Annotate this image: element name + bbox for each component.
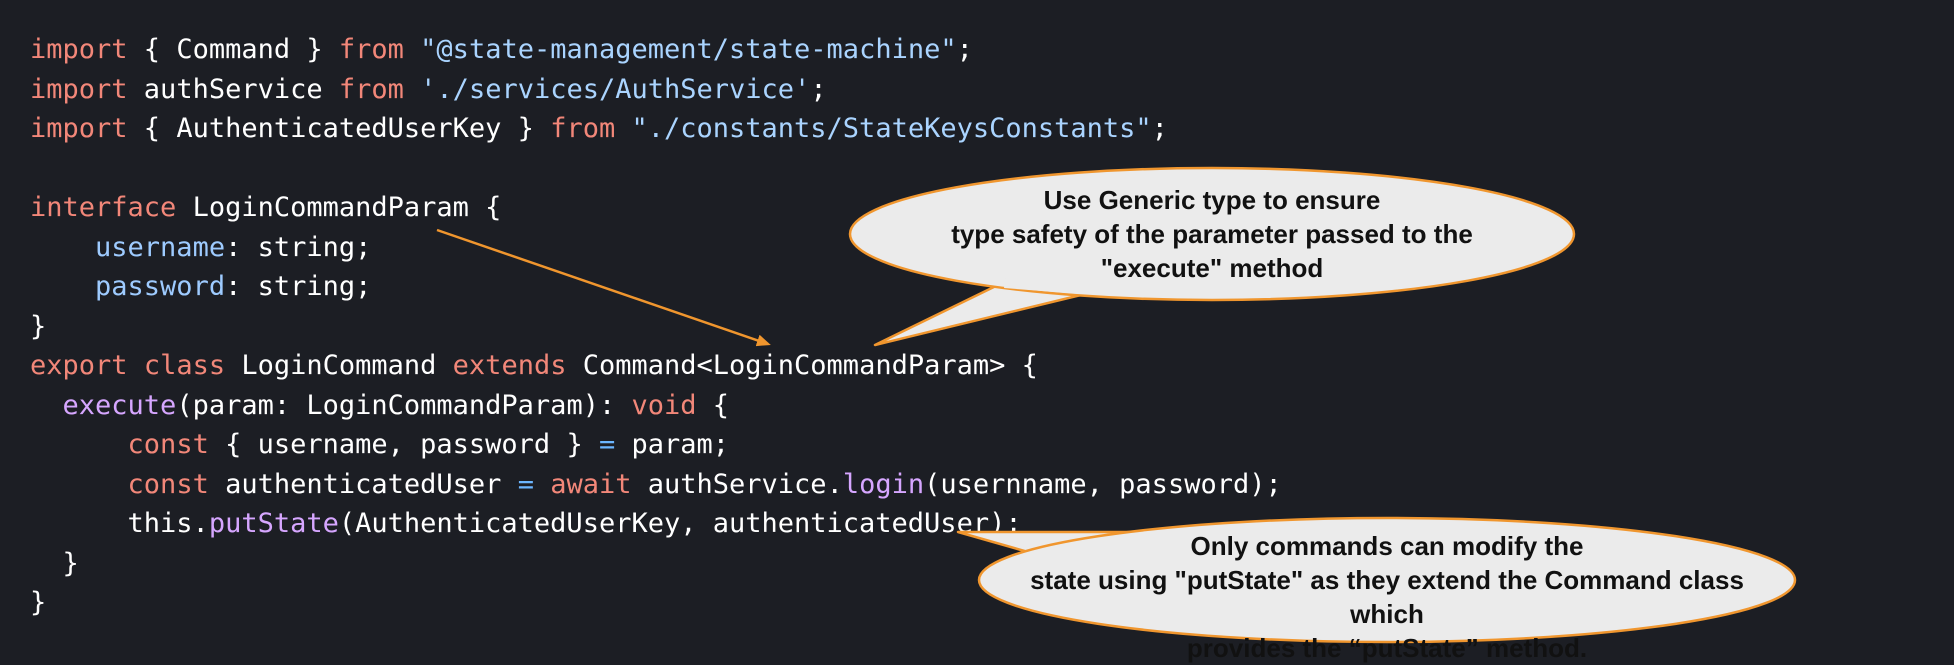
code-token-op: = <box>517 468 534 500</box>
code-token-string: "./constants/StateKeysConstants" <box>631 113 1152 144</box>
code-token-plain: ; <box>956 34 973 65</box>
code-token-plain: ; <box>810 73 827 105</box>
code-token-plain: { Command } <box>127 34 339 65</box>
code-token-func: login <box>842 468 925 500</box>
code-token-keyword: from <box>550 113 616 144</box>
code-token-plain: } <box>30 310 47 342</box>
code-token-plain: LoginCommandParam { <box>176 192 502 223</box>
code-token-plain: LoginCommand <box>225 350 453 381</box>
code-line: } <box>30 307 1282 347</box>
code-line: export class LoginCommand extends Comman… <box>30 346 1282 386</box>
code-token-keyword: import <box>30 34 128 65</box>
code-token-string: './services/AuthService' <box>420 73 811 105</box>
code-token-func: execute <box>62 389 177 421</box>
callout-put-state-line-2: state using "putState" as they extend th… <box>1030 565 1744 629</box>
code-token-keyword: const <box>127 429 209 460</box>
code-token-plain: ; <box>1151 113 1168 144</box>
code-token-keyword: import <box>30 113 128 144</box>
code-token-keyword: import <box>30 73 128 105</box>
code-line: const { username, password } = param; <box>30 425 1282 465</box>
code-token-plain: : string; <box>225 271 372 302</box>
code-token-keyword: await <box>550 468 632 500</box>
callout-generic-line-2: type safety of the parameter passed to t… <box>951 219 1473 249</box>
code-line: const authenticatedUser = await authServ… <box>30 465 1282 505</box>
code-token-plain: { <box>696 389 730 421</box>
callout-put-state-text: Only commands can modify the state using… <box>1000 529 1774 665</box>
code-token-plain: authService. <box>631 468 843 500</box>
code-token-plain: this. <box>30 508 209 539</box>
callout-put-state-line-3: provides the “putState” method. <box>1186 633 1588 663</box>
code-token-keyword: const <box>127 468 209 500</box>
code-token-plain: (param: LoginCommandParam): <box>176 389 632 421</box>
code-token-plain: authenticatedUser <box>208 468 518 500</box>
code-token-op: = <box>598 429 616 460</box>
callout-generic-text: Use Generic type to ensure type safety o… <box>880 183 1544 285</box>
code-token-keyword: class <box>143 350 226 381</box>
code-token-string: "@state-management/state-machine" <box>420 34 957 65</box>
code-line: import { AuthenticatedUserKey } from "./… <box>30 109 1282 149</box>
callout-generic-line-3: "execute" method <box>1100 253 1324 283</box>
callout-put-state-line-1: Only commands can modify the <box>1190 531 1584 561</box>
code-token-plain: authService <box>127 73 339 105</box>
code-token-plain: (AuthenticatedUserKey, authenticatedUser… <box>338 508 1022 539</box>
code-token-plain: param; <box>615 429 730 460</box>
code-token-prop: password <box>95 271 226 302</box>
code-token-prop: username <box>95 231 226 263</box>
code-token-keyword: interface <box>30 192 177 223</box>
code-token-keyword: void <box>631 389 697 421</box>
code-token-keyword: from <box>338 73 404 105</box>
code-token-plain: : string; <box>225 231 372 263</box>
code-line: import { Command } from "@state-manageme… <box>30 30 1282 70</box>
code-line: execute(param: LoginCommandParam): void … <box>30 386 1282 426</box>
code-token-func: putState <box>208 508 339 539</box>
code-token-keyword: extends <box>452 350 567 381</box>
code-token-keyword: export <box>30 350 128 381</box>
code-token-plain: { username, password } <box>208 429 599 460</box>
code-token-plain: Command<LoginCommandParam> { <box>566 350 1038 381</box>
code-token-plain: { AuthenticatedUserKey } <box>127 113 551 144</box>
code-token-plain: } <box>30 587 47 618</box>
code-token-keyword: from <box>338 34 404 65</box>
code-token-plain: (usernname, password); <box>924 468 1282 500</box>
code-line: import authService from './services/Auth… <box>30 70 1282 110</box>
callout-generic-line-1: Use Generic type to ensure <box>1043 185 1381 215</box>
code-token-plain: } <box>30 547 79 579</box>
